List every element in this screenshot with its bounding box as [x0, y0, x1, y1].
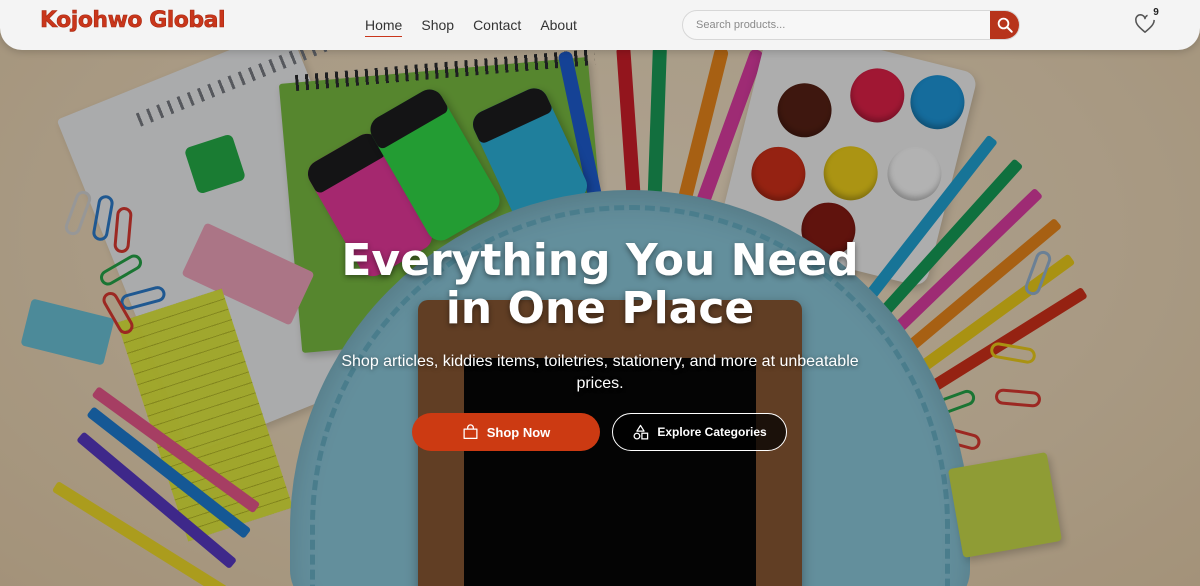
explore-categories-label: Explore Categories — [657, 425, 767, 439]
nav-contact[interactable]: Contact — [473, 17, 521, 37]
site-logo[interactable]: Kojohwo Global — [40, 8, 226, 34]
shop-now-label: Shop Now — [486, 424, 551, 440]
hero-title-line2: in One Place — [445, 283, 755, 334]
main-nav: Home Shop Contact About — [365, 17, 577, 37]
hero-title: Everything You Need in One Place — [300, 237, 900, 333]
hero-subtitle: Shop articles, kiddies items, toiletries… — [341, 353, 859, 392]
shapes-icon — [633, 424, 649, 440]
explore-categories-button[interactable]: Explore Categories — [612, 413, 787, 451]
site-header: Kojohwo Global Home Shop Contact About 9 — [0, 0, 1200, 50]
hero-title-line1: Everything You Need — [341, 235, 859, 286]
wishlist-count-badge: 9 — [1147, 5, 1165, 20]
search-button[interactable] — [990, 11, 1019, 39]
nav-about[interactable]: About — [540, 17, 577, 37]
shopping-bag-icon — [463, 424, 478, 440]
nav-shop[interactable]: Shop — [421, 17, 454, 37]
search-icon — [997, 17, 1013, 33]
shop-now-button[interactable]: Shop Now — [412, 413, 600, 451]
search-bar — [682, 10, 1020, 40]
search-input[interactable] — [683, 11, 991, 39]
nav-home[interactable]: Home — [365, 17, 403, 37]
